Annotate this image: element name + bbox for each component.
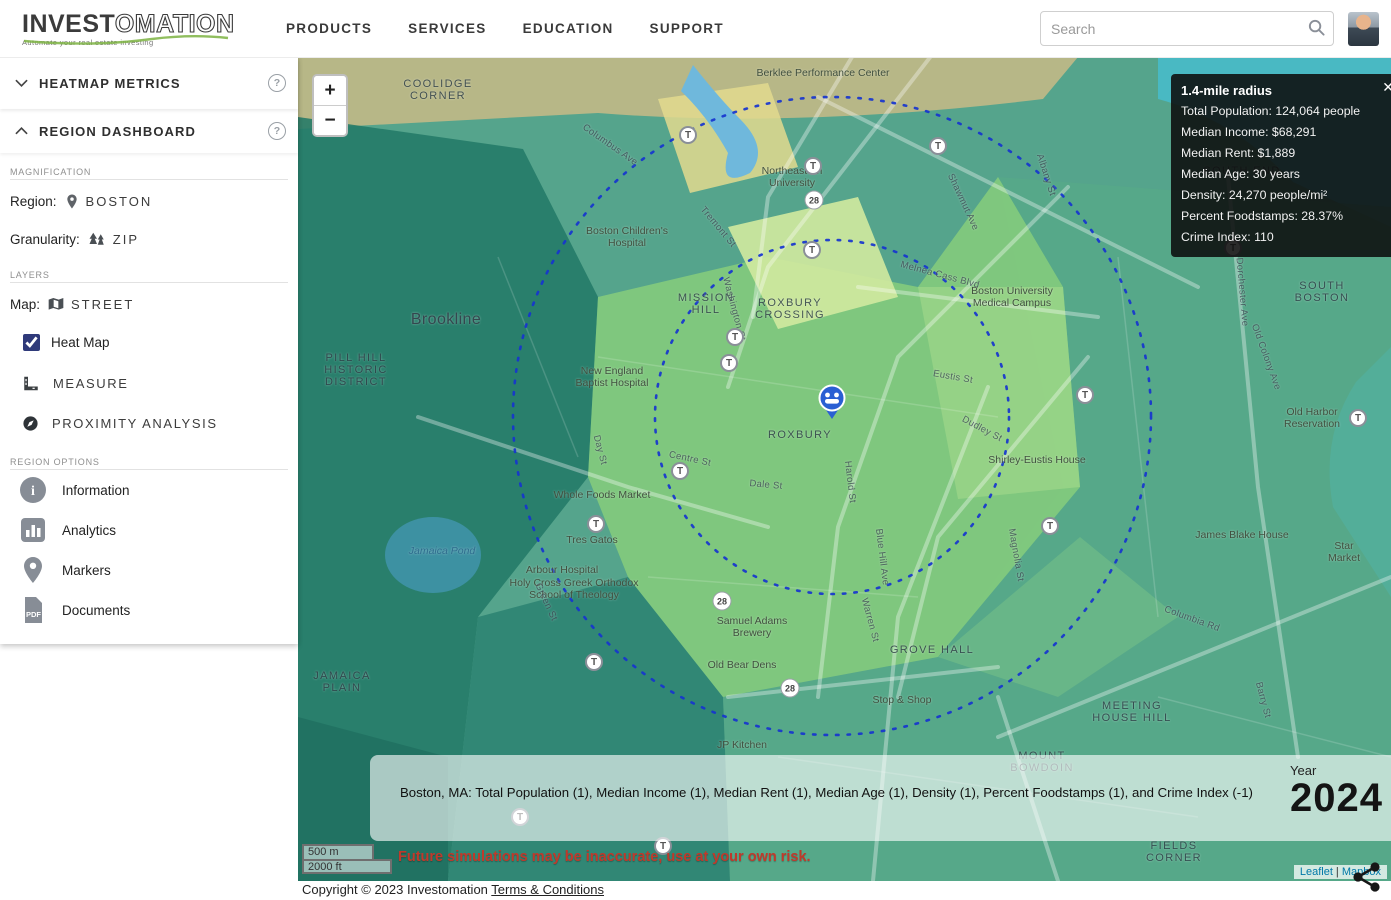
region-options-list: i Information Analytics Markers PDF Documents: [0, 470, 298, 630]
nav-item-education[interactable]: EDUCATION: [523, 21, 614, 36]
section-region-dashboard[interactable]: REGION DASHBOARD ?: [0, 109, 298, 153]
region-option-markers[interactable]: Markers: [0, 550, 298, 590]
help-icon[interactable]: ?: [268, 122, 286, 140]
footer: Copyright © 2023 Investomation Terms & C…: [0, 881, 1391, 900]
analytics-icon: [18, 515, 48, 545]
proximity-analysis-tool[interactable]: PROXIMITY ANALYSIS: [0, 403, 298, 443]
tooltip-stat: Median Age: 30 years: [1181, 164, 1391, 185]
nav-item-services[interactable]: SERVICES: [408, 21, 486, 36]
simulation-warning: Future simulations may be inaccurate, us…: [398, 849, 811, 865]
map-canvas[interactable]: COOLIDGE CORNERMISSION HILLROXBURY CROSS…: [298, 57, 1391, 881]
zoom-control: + −: [312, 74, 348, 137]
tooltip-title: 1.4-mile radius: [1181, 81, 1391, 101]
region-option-label: Documents: [62, 603, 130, 618]
map-type-selector[interactable]: STREET: [48, 297, 134, 312]
section-heatmap-metrics[interactable]: HEATMAP METRICS ?: [0, 57, 298, 109]
region-value: BOSTON: [86, 194, 153, 209]
tooltip-stat: Median Rent: $1,889: [1181, 143, 1391, 164]
granularity-row: Granularity: ZIP: [0, 222, 298, 256]
info-icon: i: [18, 475, 48, 505]
heatmap-checkbox-label: Heat Map: [51, 335, 110, 350]
share-icon[interactable]: [1350, 860, 1384, 894]
main-nav: PRODUCTS SERVICES EDUCATION SUPPORT: [286, 21, 724, 36]
attribution-separator: |: [1333, 866, 1342, 878]
tooltip-stat: Total Population: 124,064 people: [1181, 101, 1391, 122]
tooltip-stats: Total Population: 124,064 peopleMedian I…: [1181, 101, 1391, 248]
region-option-documents[interactable]: PDF Documents: [0, 590, 298, 630]
measure-tool[interactable]: MEASURE: [0, 363, 298, 403]
location-pin-icon: [65, 193, 79, 210]
zoom-in-button[interactable]: +: [314, 76, 346, 106]
region-row: Region: BOSTON: [0, 184, 298, 218]
magnification-label: MAGNIFICATION: [10, 167, 298, 177]
tooltip-stat: Percent Foodstamps: 28.37%: [1181, 206, 1391, 227]
logo[interactable]: INVESTOMATION Automate your real estate …: [22, 11, 252, 47]
region-options-label: REGION OPTIONS: [10, 457, 298, 467]
marker-icon: [18, 555, 48, 585]
year-value: 2024: [1290, 778, 1383, 818]
top-nav-bar: INVESTOMATION Automate your real estate …: [0, 0, 1391, 58]
close-icon[interactable]: ✕: [1382, 80, 1391, 94]
compass-icon: [22, 415, 39, 432]
map-icon: [48, 297, 64, 311]
nav-item-support[interactable]: SUPPORT: [650, 21, 724, 36]
search-input[interactable]: [1040, 11, 1334, 46]
region-selector[interactable]: BOSTON: [65, 193, 153, 210]
divider: [10, 282, 288, 283]
map-type-value: STREET: [71, 297, 134, 312]
zip-granularity-icon: [88, 232, 106, 247]
terms-link[interactable]: Terms & Conditions: [491, 882, 604, 897]
region-option-analytics[interactable]: Analytics: [0, 510, 298, 550]
search-icon[interactable]: [1307, 18, 1326, 37]
pdf-icon: PDF: [18, 595, 48, 625]
scale-imperial: 2000 ft: [302, 859, 392, 874]
tooltip-stat: Crime Index: 110: [1181, 227, 1391, 248]
logo-text: INVESTOMATION: [22, 11, 252, 37]
legend-text: Boston, MA: Total Population (1), Median…: [400, 785, 1270, 800]
ruler-icon: [22, 375, 40, 392]
region-option-label: Markers: [62, 563, 111, 578]
help-icon[interactable]: ?: [268, 74, 286, 92]
search-box: [1040, 11, 1334, 46]
chevron-down-icon: [15, 79, 28, 87]
nav-item-products[interactable]: PRODUCTS: [286, 21, 372, 36]
region-option-information[interactable]: i Information: [0, 470, 298, 510]
granularity-value: ZIP: [113, 232, 139, 247]
tooltip-stat: Median Income: $68,291: [1181, 122, 1391, 143]
copyright-text: Copyright © 2023 Investomation: [302, 882, 491, 897]
granularity-label: Granularity:: [10, 232, 80, 247]
map-type-label: Map:: [10, 297, 40, 312]
logo-part-invest: INVEST: [22, 10, 115, 38]
section-title: REGION DASHBOARD: [39, 124, 196, 139]
divider: [10, 179, 288, 180]
region-option-label: Information: [62, 483, 130, 498]
chevron-up-icon: [15, 127, 28, 135]
radius-stats-tooltip: 1.4-mile radius Total Population: 124,06…: [1171, 74, 1391, 257]
tooltip-stat: Density: 24,270 people/mi²: [1181, 185, 1391, 206]
region-label: Region:: [10, 194, 57, 209]
svg-text:PDF: PDF: [26, 610, 41, 619]
heatmap-checkbox[interactable]: [23, 334, 40, 351]
avatar[interactable]: [1348, 12, 1379, 46]
sidebar: HEATMAP METRICS ? REGION DASHBOARD ? MAG…: [0, 57, 298, 644]
leaflet-link[interactable]: Leaflet: [1300, 866, 1333, 878]
logo-tagline: Automate your real estate investing: [22, 38, 252, 47]
svg-text:i: i: [31, 484, 35, 499]
granularity-selector[interactable]: ZIP: [88, 232, 139, 247]
scale-metric: 500 m: [302, 844, 374, 859]
proximity-label: PROXIMITY ANALYSIS: [52, 416, 218, 431]
heatmap-toggle-row[interactable]: Heat Map: [0, 321, 298, 363]
region-option-label: Analytics: [62, 523, 116, 538]
section-title: HEATMAP METRICS: [39, 76, 181, 91]
year-block: Year 2024: [1290, 763, 1383, 818]
simulation-legend-bar: Boston, MA: Total Population (1), Median…: [370, 755, 1391, 841]
zoom-out-button[interactable]: −: [314, 106, 346, 135]
measure-label: MEASURE: [53, 376, 129, 391]
logo-part-omation: OMATION: [115, 10, 235, 38]
layers-label: LAYERS: [10, 270, 298, 280]
map-type-row: Map: STREET: [0, 287, 298, 321]
scale-control: 500 m 2000 ft: [302, 844, 392, 874]
